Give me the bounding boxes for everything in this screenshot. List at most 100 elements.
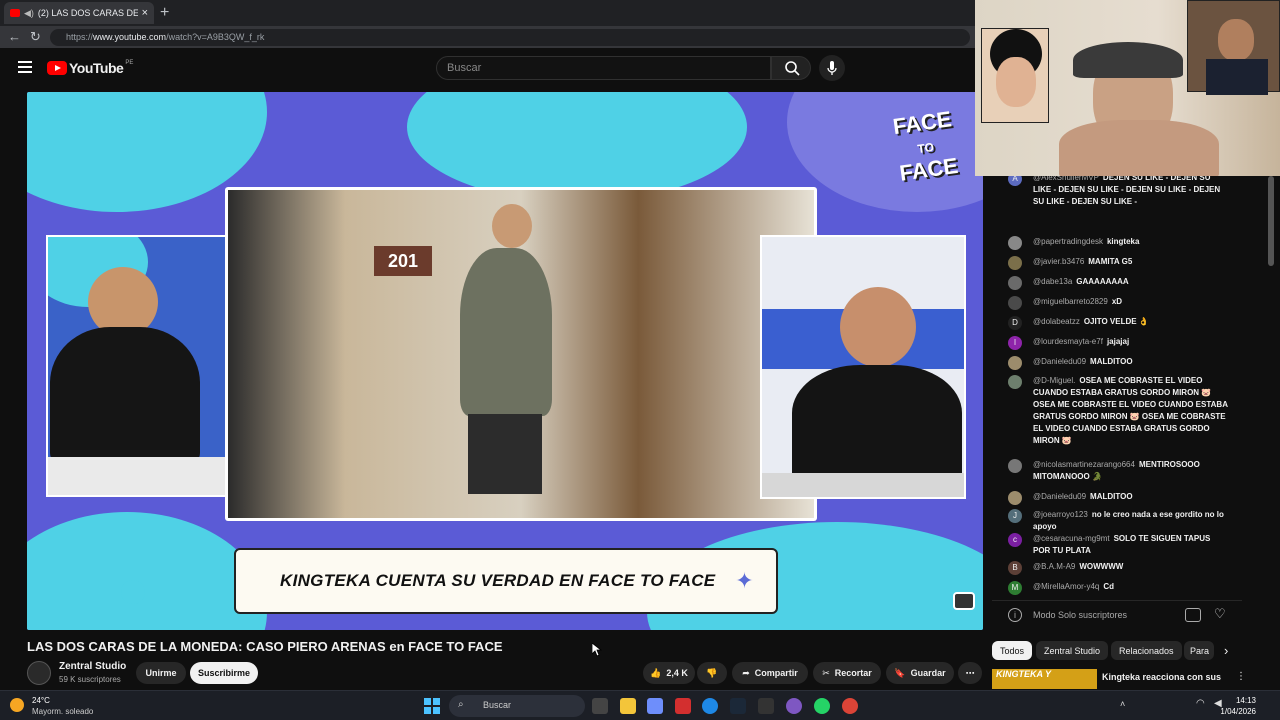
chat-avatar[interactable]: l: [1008, 336, 1022, 350]
wps-icon[interactable]: [675, 698, 691, 714]
join-button[interactable]: Unirme: [136, 662, 186, 684]
heart-icon[interactable]: ♡: [1214, 606, 1226, 622]
info-icon[interactable]: i: [1008, 608, 1022, 622]
chat-message[interactable]: @Danieledu09 MALDITOO: [1008, 356, 1228, 370]
chat-username[interactable]: @D-Miguel.: [1033, 376, 1075, 385]
file-explorer-icon[interactable]: [620, 698, 636, 714]
chat-avatar[interactable]: [1008, 375, 1022, 389]
chat-message[interactable]: c @cesaracuna-mg9mt SOLO TE SIGUEN TAPUS P…: [1008, 533, 1228, 557]
speaker-icon[interactable]: ◀): [24, 8, 34, 19]
chrome-icon[interactable]: [842, 698, 858, 714]
chat-avatar[interactable]: [1008, 491, 1022, 505]
clip-button[interactable]: ✂ Recortar: [813, 662, 881, 684]
chat-message[interactable]: @papertradingdesk kingteka: [1008, 236, 1228, 250]
chat-avatar[interactable]: [1008, 459, 1022, 473]
system-clock[interactable]: 14:13 1/04/2026: [1220, 695, 1256, 717]
chat-username[interactable]: @dolabeatzz: [1033, 317, 1080, 326]
steam-icon[interactable]: [730, 698, 746, 714]
chat-message-body: @javier.b3476 MAMITA G5: [1033, 256, 1228, 268]
bookmark-icon: 🔖: [894, 667, 906, 678]
chat-avatar[interactable]: [1008, 236, 1022, 250]
chat-username[interactable]: @dabe13a: [1033, 277, 1072, 286]
chat-username[interactable]: @AlexShullerMVP: [1033, 176, 1099, 182]
chat-message[interactable]: @D-Miguel. OSEA ME COBRASTE EL VIDEO CUAN…: [1008, 375, 1228, 447]
url-field[interactable]: https://www.youtube.com/watch?v=A9B3QW_f…: [50, 29, 970, 46]
close-tab-icon[interactable]: ×: [142, 7, 148, 19]
chat-username[interactable]: @miguelbarreto2829: [1033, 297, 1108, 306]
browser-tab[interactable]: ◀) (2) LAS DOS CARAS DE LA M ×: [4, 2, 154, 24]
search-button[interactable]: [771, 56, 811, 80]
save-button[interactable]: 🔖 Guardar: [886, 662, 954, 684]
chat-username[interactable]: @Danieledu09: [1033, 492, 1086, 501]
calculator-icon[interactable]: [758, 698, 774, 714]
chat-message[interactable]: D @dolabeatzz OJITO VELDE 👌: [1008, 316, 1228, 330]
edge-icon[interactable]: [702, 698, 718, 714]
like-button[interactable]: 👍 2,4 K: [643, 662, 695, 684]
tray-chevron-icon[interactable]: ˄: [1120, 699, 1125, 709]
copilot-icon[interactable]: [647, 698, 663, 714]
video-player[interactable]: FACE TO FACE 201 KINGTEKA CUENTA SU VERDAD…: [27, 92, 983, 630]
chat-username[interactable]: @papertradingdesk: [1033, 237, 1103, 246]
search-input[interactable]: Buscar: [436, 56, 771, 80]
chat-avatar[interactable]: J: [1008, 509, 1022, 523]
chat-username[interactable]: @javier.b3476: [1033, 257, 1084, 266]
clock-time: 14:13: [1235, 696, 1256, 705]
chat-username[interactable]: @cesaracuna-mg9mt: [1033, 534, 1110, 543]
windows-start-icon[interactable]: [424, 698, 440, 714]
taskbar-search[interactable]: Buscar: [449, 695, 585, 717]
clip-person-body: [460, 248, 552, 416]
task-view-icon[interactable]: [592, 698, 608, 714]
chat-message[interactable]: @miguelbarreto2829 xD: [1008, 296, 1228, 310]
chat-avatar[interactable]: B: [1008, 561, 1022, 575]
microphone-icon: [827, 61, 837, 75]
thumbs-up-icon: 👍: [650, 667, 662, 678]
chat-username[interactable]: @MirellaAmor-y4q: [1033, 582, 1099, 591]
related-video-item[interactable]: KINGTEKA Y Kingteka reacciona con sus ⋮: [992, 669, 1246, 689]
wifi-icon[interactable]: ◠: [1196, 698, 1205, 709]
whatsapp-icon[interactable]: [814, 698, 830, 714]
chat-message[interactable]: B @B.A.M-A9 WOWWWW: [1008, 561, 1228, 575]
channel-name[interactable]: Zentral Studio: [59, 661, 126, 672]
chat-message[interactable]: J @joearroyo123 no le creo nada a ese gord…: [1008, 509, 1228, 533]
channel-avatar[interactable]: [27, 661, 51, 685]
hamburger-menu-icon[interactable]: [18, 61, 32, 73]
chat-message[interactable]: A @AlexShullerMVP DEJEN SU LIKE - DEJEN SU…: [1008, 176, 1228, 208]
chat-avatar[interactable]: [1008, 356, 1022, 370]
chat-avatar[interactable]: [1008, 276, 1022, 290]
chat-username[interactable]: @Danieledu09: [1033, 357, 1086, 366]
chip-zentral-studio[interactable]: Zentral Studio: [1036, 641, 1109, 660]
messenger-icon[interactable]: [786, 698, 802, 714]
subscribe-button[interactable]: Suscribirme: [190, 662, 258, 684]
chip-all[interactable]: Todos: [992, 641, 1033, 660]
chat-avatar[interactable]: M: [1008, 581, 1022, 595]
chat-username[interactable]: @joearroyo123: [1033, 510, 1088, 519]
more-actions-button[interactable]: ⋯: [958, 662, 982, 684]
chat-username[interactable]: @B.A.M-A9: [1033, 562, 1075, 571]
chat-avatar[interactable]: c: [1008, 533, 1022, 547]
share-button[interactable]: ➦ Compartir: [732, 662, 808, 684]
back-arrow-icon[interactable]: ←: [8, 29, 21, 44]
chips-next-arrow-icon[interactable]: ›: [1224, 643, 1228, 658]
chat-message[interactable]: @dabe13a GAAAAAAAA: [1008, 276, 1228, 290]
chat-message[interactable]: @javier.b3476 MAMITA G5: [1008, 256, 1228, 270]
voice-search-button[interactable]: [819, 55, 845, 81]
dislike-button[interactable]: 👎: [697, 662, 727, 684]
chat-username[interactable]: @lourdesmayta-e7f: [1033, 337, 1103, 346]
chat-avatar[interactable]: [1008, 296, 1022, 310]
chat-message[interactable]: l @lourdesmayta-e7f jajajaj: [1008, 336, 1228, 350]
chip-for-you[interactable]: Para: [1184, 641, 1214, 660]
related-more-icon[interactable]: ⋮: [1236, 671, 1246, 682]
reload-icon[interactable]: ↻: [30, 29, 41, 45]
chat-message[interactable]: @Danieledu09 MALDITOO: [1008, 491, 1228, 505]
chat-message[interactable]: @nicolasmartinezarango664 MENTIROSOOO MIT…: [1008, 459, 1228, 483]
chat-username[interactable]: @nicolasmartinezarango664: [1033, 460, 1135, 469]
chat-avatar[interactable]: D: [1008, 316, 1022, 330]
chat-avatar[interactable]: A: [1008, 176, 1022, 186]
youtube-logo[interactable]: YouTube PE: [47, 60, 133, 76]
chat-avatar[interactable]: [1008, 256, 1022, 270]
new-tab-button[interactable]: +: [160, 4, 169, 22]
chat-scrollbar[interactable]: [1268, 176, 1274, 266]
chat-message[interactable]: M @MirellaAmor-y4q Cd: [1008, 581, 1228, 595]
super-chat-icon[interactable]: [1185, 608, 1201, 622]
chip-related[interactable]: Relacionados: [1111, 641, 1182, 660]
